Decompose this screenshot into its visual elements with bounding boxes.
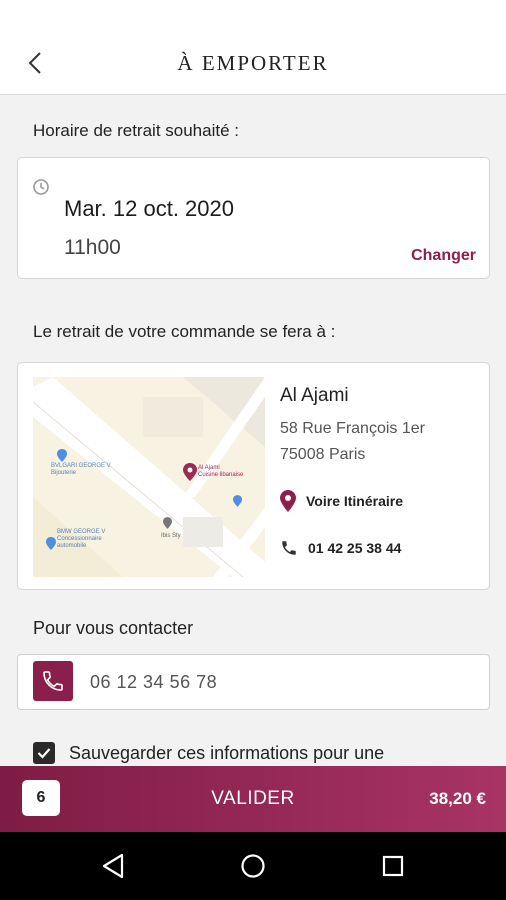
pickup-hour: 11h00 — [64, 236, 121, 259]
map-poi-2-name: BMW GEORGE V — [57, 529, 106, 535]
checkmark-icon — [37, 748, 51, 759]
validate-bar[interactable]: 6 VALIDER 38,20 € — [0, 766, 506, 832]
order-total: 38,20 € — [429, 789, 486, 808]
clock-icon — [33, 179, 49, 195]
phone-icon — [282, 541, 296, 555]
contact-phone-field[interactable]: 06 12 34 56 78 — [17, 654, 490, 710]
map-poi-1-name: BVLGARI GEORGE V — [51, 463, 111, 469]
save-info-checkbox[interactable] — [33, 742, 55, 764]
map-pin-poi-2-icon — [46, 537, 56, 550]
directions-link[interactable]: Voire Itinéraire — [280, 490, 403, 512]
restaurant-phone-link[interactable]: 01 42 25 38 44 — [280, 539, 401, 557]
restaurant-map[interactable]: BVLGARI GEORGE V Bijouterie BMW GEORGE V… — [33, 377, 265, 577]
pickup-time-card: Mar. 12 oct. 2020 11h00 Changer — [17, 157, 490, 279]
nav-back-button[interactable] — [98, 851, 128, 881]
map-poi-3-sub: Cuisine libanaise — [198, 472, 244, 478]
restaurant-card: BVLGARI GEORGE V Bijouterie BMW GEORGE V… — [17, 362, 490, 590]
map-poi-1-sub: Bijouterie — [51, 470, 77, 476]
pickup-location-label: Le retrait de votre commande se fera à : — [33, 322, 336, 341]
map-poi-4-name: Ibis Sty — [161, 533, 181, 539]
map-pin-icon — [280, 490, 296, 512]
change-time-button[interactable]: Changer — [411, 247, 476, 265]
circle-home-icon — [241, 854, 265, 878]
map-poi-2-sub: Concessionnaire automobile — [57, 536, 102, 549]
contact-label: Pour vous contacter — [33, 618, 194, 638]
map-pin-poi-1-icon — [57, 449, 67, 462]
square-recents-icon — [382, 855, 404, 877]
save-info-label: Sauvegarder ces informations pour une — [69, 743, 385, 763]
map-pin-poi-5-icon — [233, 495, 242, 507]
android-nav-bar — [0, 832, 506, 900]
pickup-date: Mar. 12 oct. 2020 — [64, 196, 234, 221]
restaurant-address-line1: 58 Rue François 1er — [280, 420, 425, 437]
triangle-back-icon — [102, 853, 124, 879]
pickup-time-label: Horaire de retrait souhaité : — [33, 121, 239, 140]
restaurant-name: Al Ajami — [280, 385, 349, 406]
directions-label: Voire Itinéraire — [306, 493, 404, 509]
page-title: À EMPORTER — [177, 51, 329, 75]
phone-icon — [43, 671, 63, 691]
restaurant-phone: 01 42 25 38 44 — [308, 540, 402, 556]
phone-icon-box — [33, 661, 73, 701]
map-pin-poi-4-icon — [163, 517, 172, 529]
restaurant-address-line2: 75008 Paris — [280, 446, 366, 463]
map-pin-restaurant-icon — [183, 463, 197, 481]
map-poi-3-name: Al Ajami — [198, 465, 220, 471]
nav-recents-button[interactable] — [378, 851, 408, 881]
nav-home-button[interactable] — [238, 851, 268, 881]
app-header: À EMPORTER — [0, 0, 506, 95]
contact-phone-value[interactable]: 06 12 34 56 78 — [90, 672, 217, 693]
